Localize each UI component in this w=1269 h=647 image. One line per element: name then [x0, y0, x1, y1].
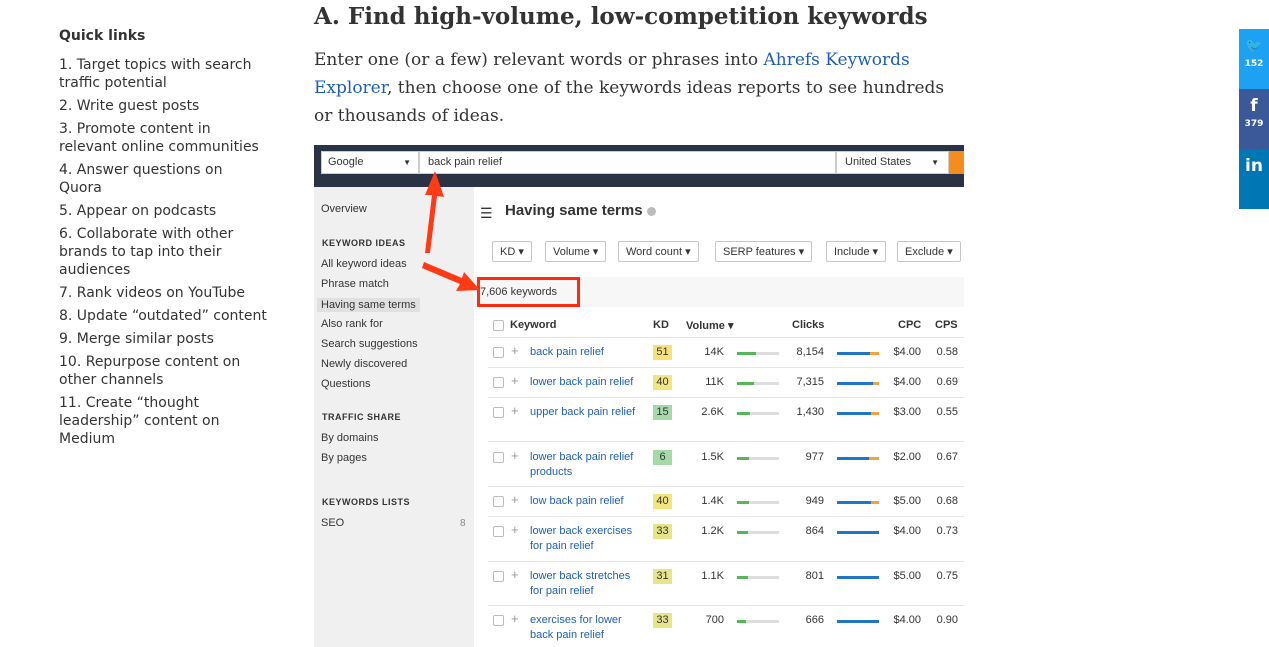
quick-link-item[interactable]: 5. Appear on podcasts [59, 202, 269, 220]
arrow-to-keyword-count [422, 262, 480, 291]
share-count: 379 [1244, 119, 1264, 129]
facebook-icon: f [1250, 96, 1258, 116]
linkedin-icon: in [1245, 156, 1263, 176]
quick-link-item[interactable]: 2. Write guest posts [59, 97, 269, 115]
article-paragraph: Enter one (or a few) relevant words or p… [314, 46, 964, 130]
linkedin-share-button[interactable]: in [1239, 149, 1269, 209]
facebook-share-button[interactable]: f 379 [1239, 89, 1269, 149]
arrow-to-search-input [425, 171, 444, 253]
quick-link-item[interactable]: 1. Target topics with search traffic pot… [59, 56, 269, 92]
quick-links-title: Quick links [59, 28, 146, 44]
keywords-explorer-screenshot: Google ▼ back pain relief United States ▼ … [314, 145, 964, 647]
annotation-arrows [422, 171, 480, 291]
paragraph-text-end: , then choose one of the keywords ideas … [314, 78, 945, 126]
quick-link-item[interactable]: 6. Collaborate with other brands to tap … [59, 225, 269, 279]
share-count: 152 [1244, 59, 1264, 69]
quick-link-item[interactable]: 9. Merge similar posts [59, 330, 269, 348]
quick-link-item[interactable]: 8. Update “outdated” content [59, 307, 269, 325]
twitter-share-button[interactable]: 🐦 152 [1239, 29, 1269, 89]
quick-links-list: 1. Target topics with search traffic pot… [59, 56, 269, 448]
section-heading: A. Find high-volume, low-competition key… [314, 3, 928, 30]
quick-link-item[interactable]: 4. Answer questions on Quora [59, 161, 269, 197]
quick-link-item[interactable]: 11. Create “thought leadership” content … [59, 394, 269, 448]
quick-link-item[interactable]: 10. Repurpose content on other channels [59, 353, 269, 389]
article: A. Find high-volume, low-competition key… [314, 0, 964, 130]
quick-link-item[interactable]: 3. Promote content in relevant online co… [59, 120, 269, 156]
quick-link-item[interactable]: 7. Rank videos on YouTube [59, 284, 269, 302]
quick-links: Quick links 1. Target topics with search… [59, 28, 269, 453]
twitter-icon: 🐦 [1245, 38, 1263, 54]
paragraph-text-start: Enter one (or a few) relevant words or p… [314, 50, 764, 70]
